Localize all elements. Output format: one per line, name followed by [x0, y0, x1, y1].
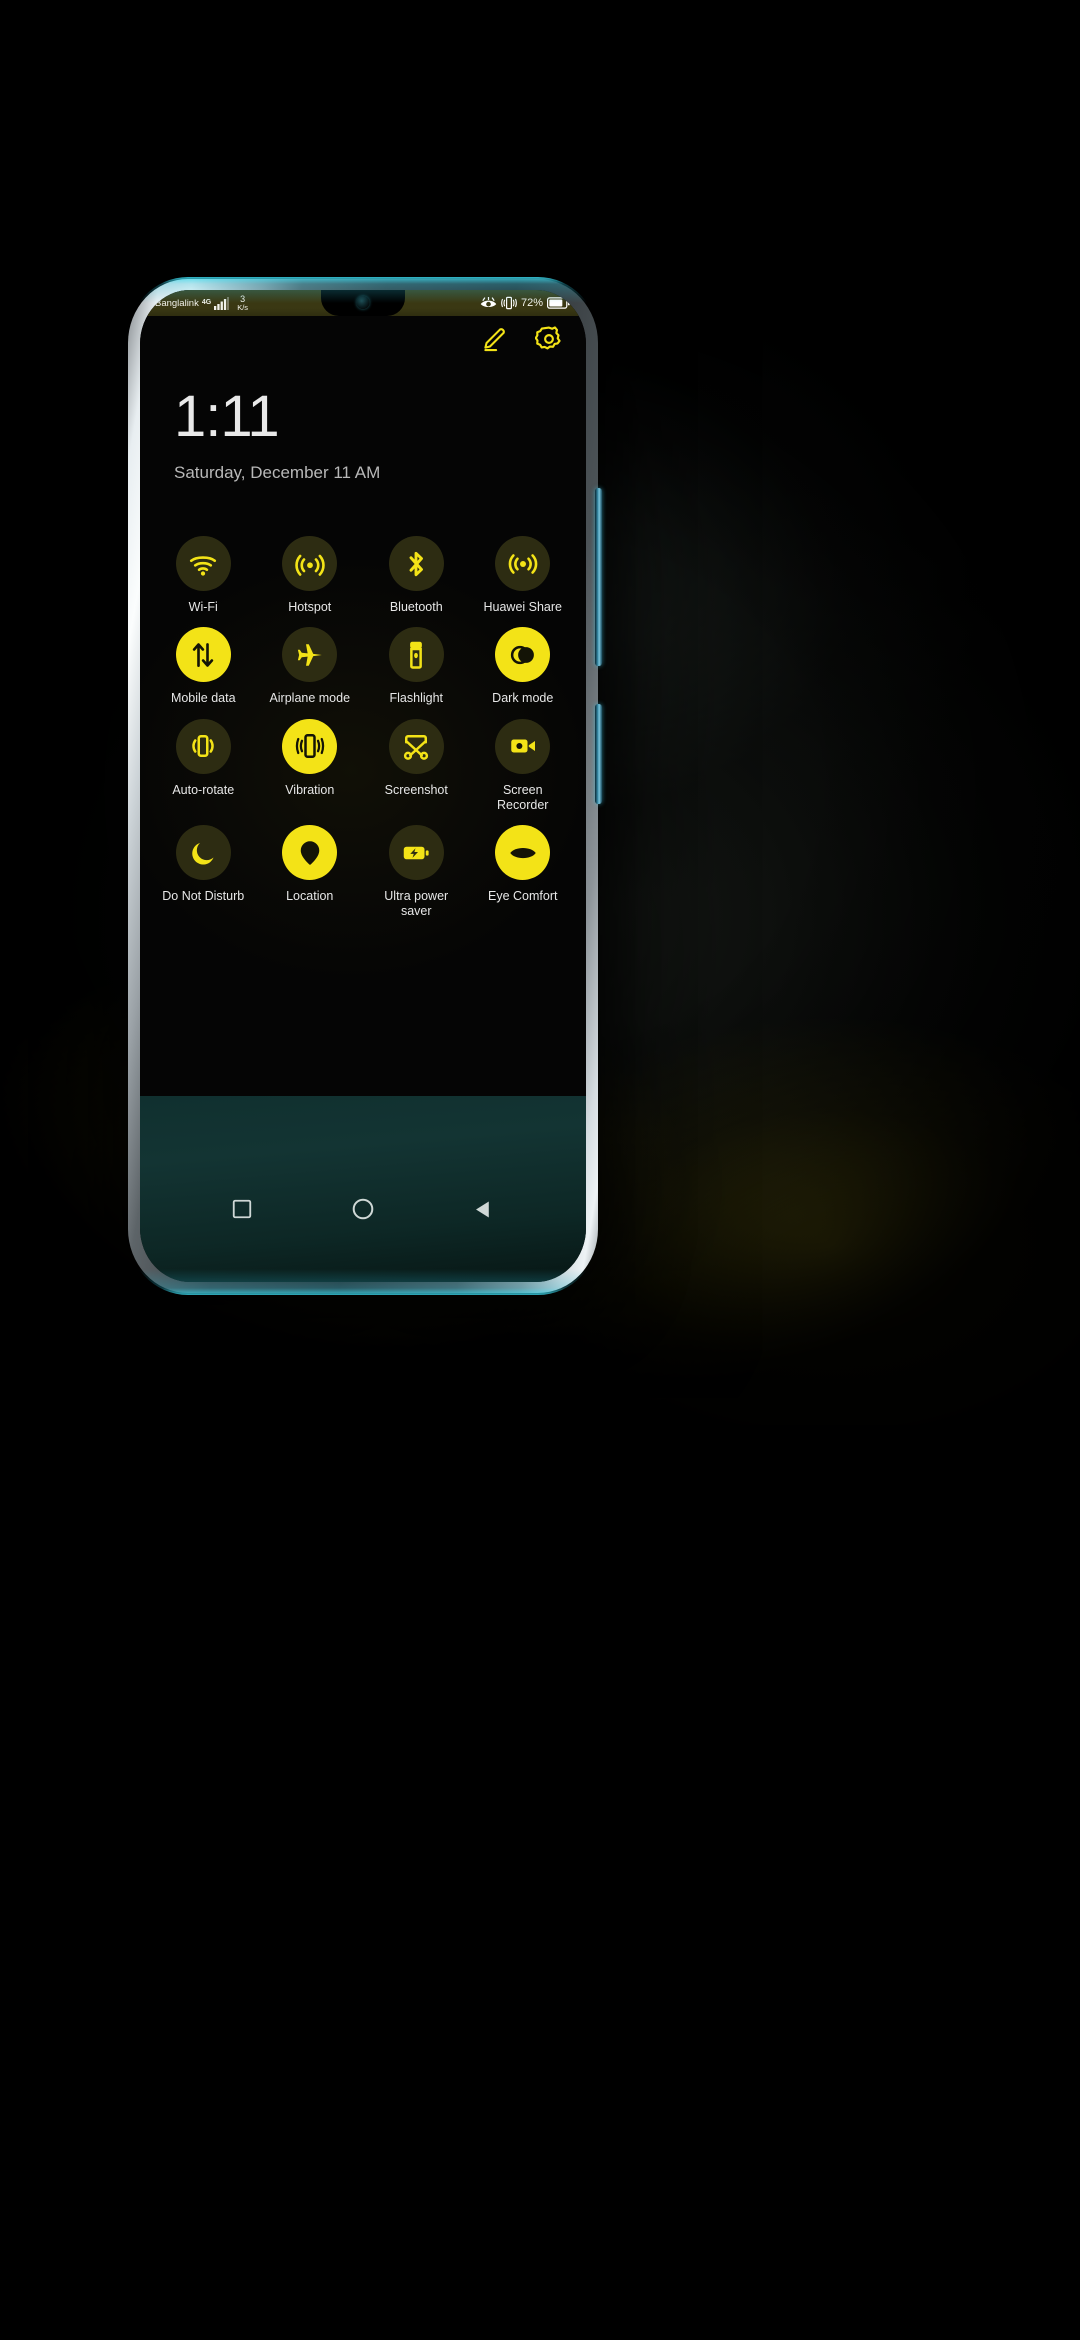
hotspot-icon [295, 554, 325, 576]
volume-button[interactable] [595, 488, 602, 666]
battery-percent-label: 72% [520, 297, 543, 309]
quick-tile-huawei-share[interactable]: Huawei Share [470, 536, 577, 615]
quick-tile-flashlight[interactable]: Flashlight [363, 627, 470, 706]
quick-tile-dark-mode[interactable]: Dark mode [470, 627, 577, 706]
panel-header-actions [478, 324, 564, 354]
quick-tile-label: Mobile data [170, 691, 236, 706]
airplane-icon [297, 644, 322, 666]
quick-tile-toggle[interactable] [388, 627, 444, 683]
battery-icon [547, 297, 570, 309]
quick-tile-screen-recorder[interactable]: Screen Recorder [470, 718, 577, 814]
quick-tile-eye-comfort[interactable]: Eye Comfort [470, 825, 577, 920]
phone-screen: Banglalink 4G 3 K/s 72% 1:11 Saturday, D… [140, 290, 586, 1282]
power-button[interactable] [595, 704, 602, 804]
huawei-share-icon [508, 553, 538, 574]
flashlight-icon [410, 641, 423, 669]
quick-settings-grid: Wi-Fi Hotspot Bluetooth Huawei Share Mobile … [150, 536, 576, 920]
mobile-data-icon [193, 642, 214, 667]
quick-tile-bluetooth[interactable]: Bluetooth [363, 536, 470, 615]
settings-gear-icon [535, 326, 561, 350]
quick-tile-ultra-power-saver[interactable]: Ultra power saver [363, 825, 470, 920]
quick-tile-toggle[interactable] [495, 825, 551, 880]
quick-tile-toggle[interactable] [175, 825, 231, 880]
quick-tile-toggle[interactable] [388, 825, 444, 880]
quick-tile-toggle[interactable] [388, 718, 444, 774]
lockscreen-clock: 1:11 Saturday, December 11 AM [174, 388, 380, 483]
screenshot-stage: Banglalink 4G 3 K/s 72% 1:11 Saturday, D… [0, 0, 1080, 2340]
status-bar-left: Banglalink 4G 3 K/s [140, 294, 249, 312]
quick-tile-label: Location [286, 889, 334, 903]
quick-tile-label: Vibration [285, 782, 335, 797]
edit-icon [483, 327, 505, 351]
recents-button[interactable] [225, 1192, 259, 1226]
quick-tile-mobile-data[interactable]: Mobile data [150, 627, 257, 706]
eye-icon [510, 847, 536, 858]
eye-comfort-icon [480, 297, 497, 308]
quick-tile-toggle[interactable] [282, 536, 338, 591]
battery-bolt-icon [404, 846, 429, 859]
quick-tile-label: Screen Recorder [497, 782, 549, 812]
quick-tile-toggle[interactable] [175, 718, 231, 774]
back-button[interactable] [467, 1192, 501, 1226]
phone-device-frame: Banglalink 4G 3 K/s 72% 1:11 Saturday, D… [126, 277, 602, 1295]
dark-mode-icon [510, 645, 534, 664]
quick-tile-toggle[interactable] [282, 627, 338, 683]
screen-recorder-icon [511, 739, 535, 753]
navigation-buttons [140, 1192, 586, 1226]
clock-time: 1:11 [174, 384, 280, 449]
front-camera-icon [356, 296, 370, 309]
square-icon [233, 1199, 252, 1219]
quick-tile-toggle[interactable] [282, 718, 338, 774]
quick-tile-label: Huawei Share [483, 600, 562, 614]
auto-rotate-icon [192, 734, 214, 758]
quick-tile-hotspot[interactable]: Hotspot [257, 536, 364, 615]
quick-tile-toggle[interactable] [175, 627, 231, 683]
circle-icon [352, 1198, 374, 1220]
vibration-icon [295, 734, 324, 759]
edit-tiles-button[interactable] [478, 324, 508, 354]
bluetooth-icon [409, 551, 424, 576]
network-type-label: 4G [201, 298, 212, 306]
quick-tile-toggle[interactable] [175, 536, 231, 591]
vibration-icon [501, 296, 517, 310]
quick-tile-toggle[interactable] [495, 536, 551, 591]
status-bar-right: 72% [480, 296, 586, 310]
screenshot-icon [404, 735, 429, 760]
navigation-bar [140, 1096, 586, 1282]
network-speed: 3 K/s [237, 294, 249, 312]
quick-tile-location[interactable]: Location [257, 825, 364, 920]
quick-tile-wi-fi[interactable]: Wi-Fi [150, 536, 257, 615]
quick-tile-label: Hotspot [288, 600, 332, 614]
display-notch [321, 290, 405, 316]
quick-tile-screenshot[interactable]: Screenshot [363, 718, 470, 814]
wifi-icon [190, 555, 217, 576]
signal-bars-icon [214, 296, 229, 310]
network-speed-unit: K/s [237, 302, 249, 312]
moon-icon [192, 842, 214, 865]
clock-date: Saturday, December 11 AM [174, 463, 381, 482]
quick-tile-label: Do Not Disturb [162, 889, 245, 903]
quick-tile-label: Ultra power saver [384, 889, 449, 919]
quick-tile-label: Eye Comfort [488, 889, 558, 903]
location-pin-icon [300, 840, 319, 865]
quick-tile-airplane-mode[interactable]: Airplane mode [257, 627, 364, 706]
quick-tile-vibration[interactable]: Vibration [257, 718, 364, 814]
quick-tile-label: Flashlight [389, 691, 444, 706]
quick-tile-toggle[interactable] [495, 718, 551, 774]
quick-tile-label: Dark mode [492, 691, 554, 706]
settings-button[interactable] [534, 324, 564, 354]
quick-tile-label: Screenshot [384, 782, 448, 797]
triangle-left-icon [476, 1200, 489, 1218]
quick-tile-label: Airplane mode [269, 691, 351, 706]
quick-tile-do-not-disturb[interactable]: Do Not Disturb [150, 825, 257, 920]
quick-tile-label: Auto-rotate [172, 782, 235, 797]
carrier-label: Banglalink [155, 297, 199, 309]
quick-tile-toggle[interactable] [388, 536, 444, 591]
quick-tile-toggle[interactable] [495, 627, 551, 683]
quick-tile-auto-rotate[interactable]: Auto-rotate [150, 718, 257, 814]
quick-tile-toggle[interactable] [282, 825, 338, 880]
home-button[interactable] [346, 1192, 380, 1226]
quick-tile-label: Wi-Fi [188, 600, 218, 614]
quick-tile-label: Bluetooth [389, 600, 443, 614]
